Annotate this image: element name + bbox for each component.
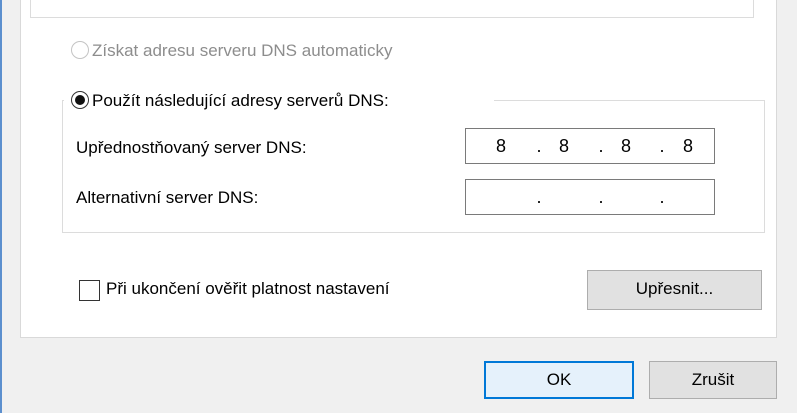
validate-settings-checkbox[interactable]: [79, 280, 100, 301]
radio-dns-manual-label: Použít následující adresy serverů DNS:: [92, 91, 389, 110]
preferred-octet-4: 8: [682, 136, 693, 156]
octet-separator: .: [536, 187, 542, 207]
ip-address-groupbox-bottom: [30, 0, 754, 18]
preferred-dns-label: Upřednostňovaný server DNS:: [76, 138, 307, 157]
octet-separator: .: [598, 136, 604, 156]
ok-button[interactable]: OK: [484, 361, 634, 399]
octet-separator: .: [659, 187, 665, 207]
dns-properties-dialog: Získat adresu serveru DNS automaticky Po…: [0, 0, 797, 413]
octet-separator: .: [659, 136, 665, 156]
window-border: [0, 0, 2, 413]
preferred-octet-2: 8: [558, 136, 569, 156]
radio-dns-manual[interactable]: [71, 91, 89, 109]
preferred-dns-input[interactable]: 8 . 8 . 8 . 8: [465, 128, 715, 164]
validate-settings-label: Při ukončení ověřit platnost nastavení: [106, 279, 390, 298]
preferred-octet-3: 8: [620, 136, 631, 156]
radio-dns-auto-label: Získat adresu serveru DNS automaticky: [92, 41, 393, 60]
preferred-octet-1: 8: [495, 136, 506, 156]
radio-dns-auto[interactable]: [71, 41, 89, 59]
alternate-dns-label: Alternativní server DNS:: [76, 188, 259, 207]
radio-selected-dot: [75, 95, 85, 105]
cancel-button[interactable]: Zrušit: [649, 361, 777, 399]
octet-separator: .: [536, 136, 542, 156]
alternate-dns-input[interactable]: . . .: [465, 179, 715, 215]
octet-separator: .: [598, 187, 604, 207]
advanced-button[interactable]: Upřesnit...: [587, 270, 762, 310]
